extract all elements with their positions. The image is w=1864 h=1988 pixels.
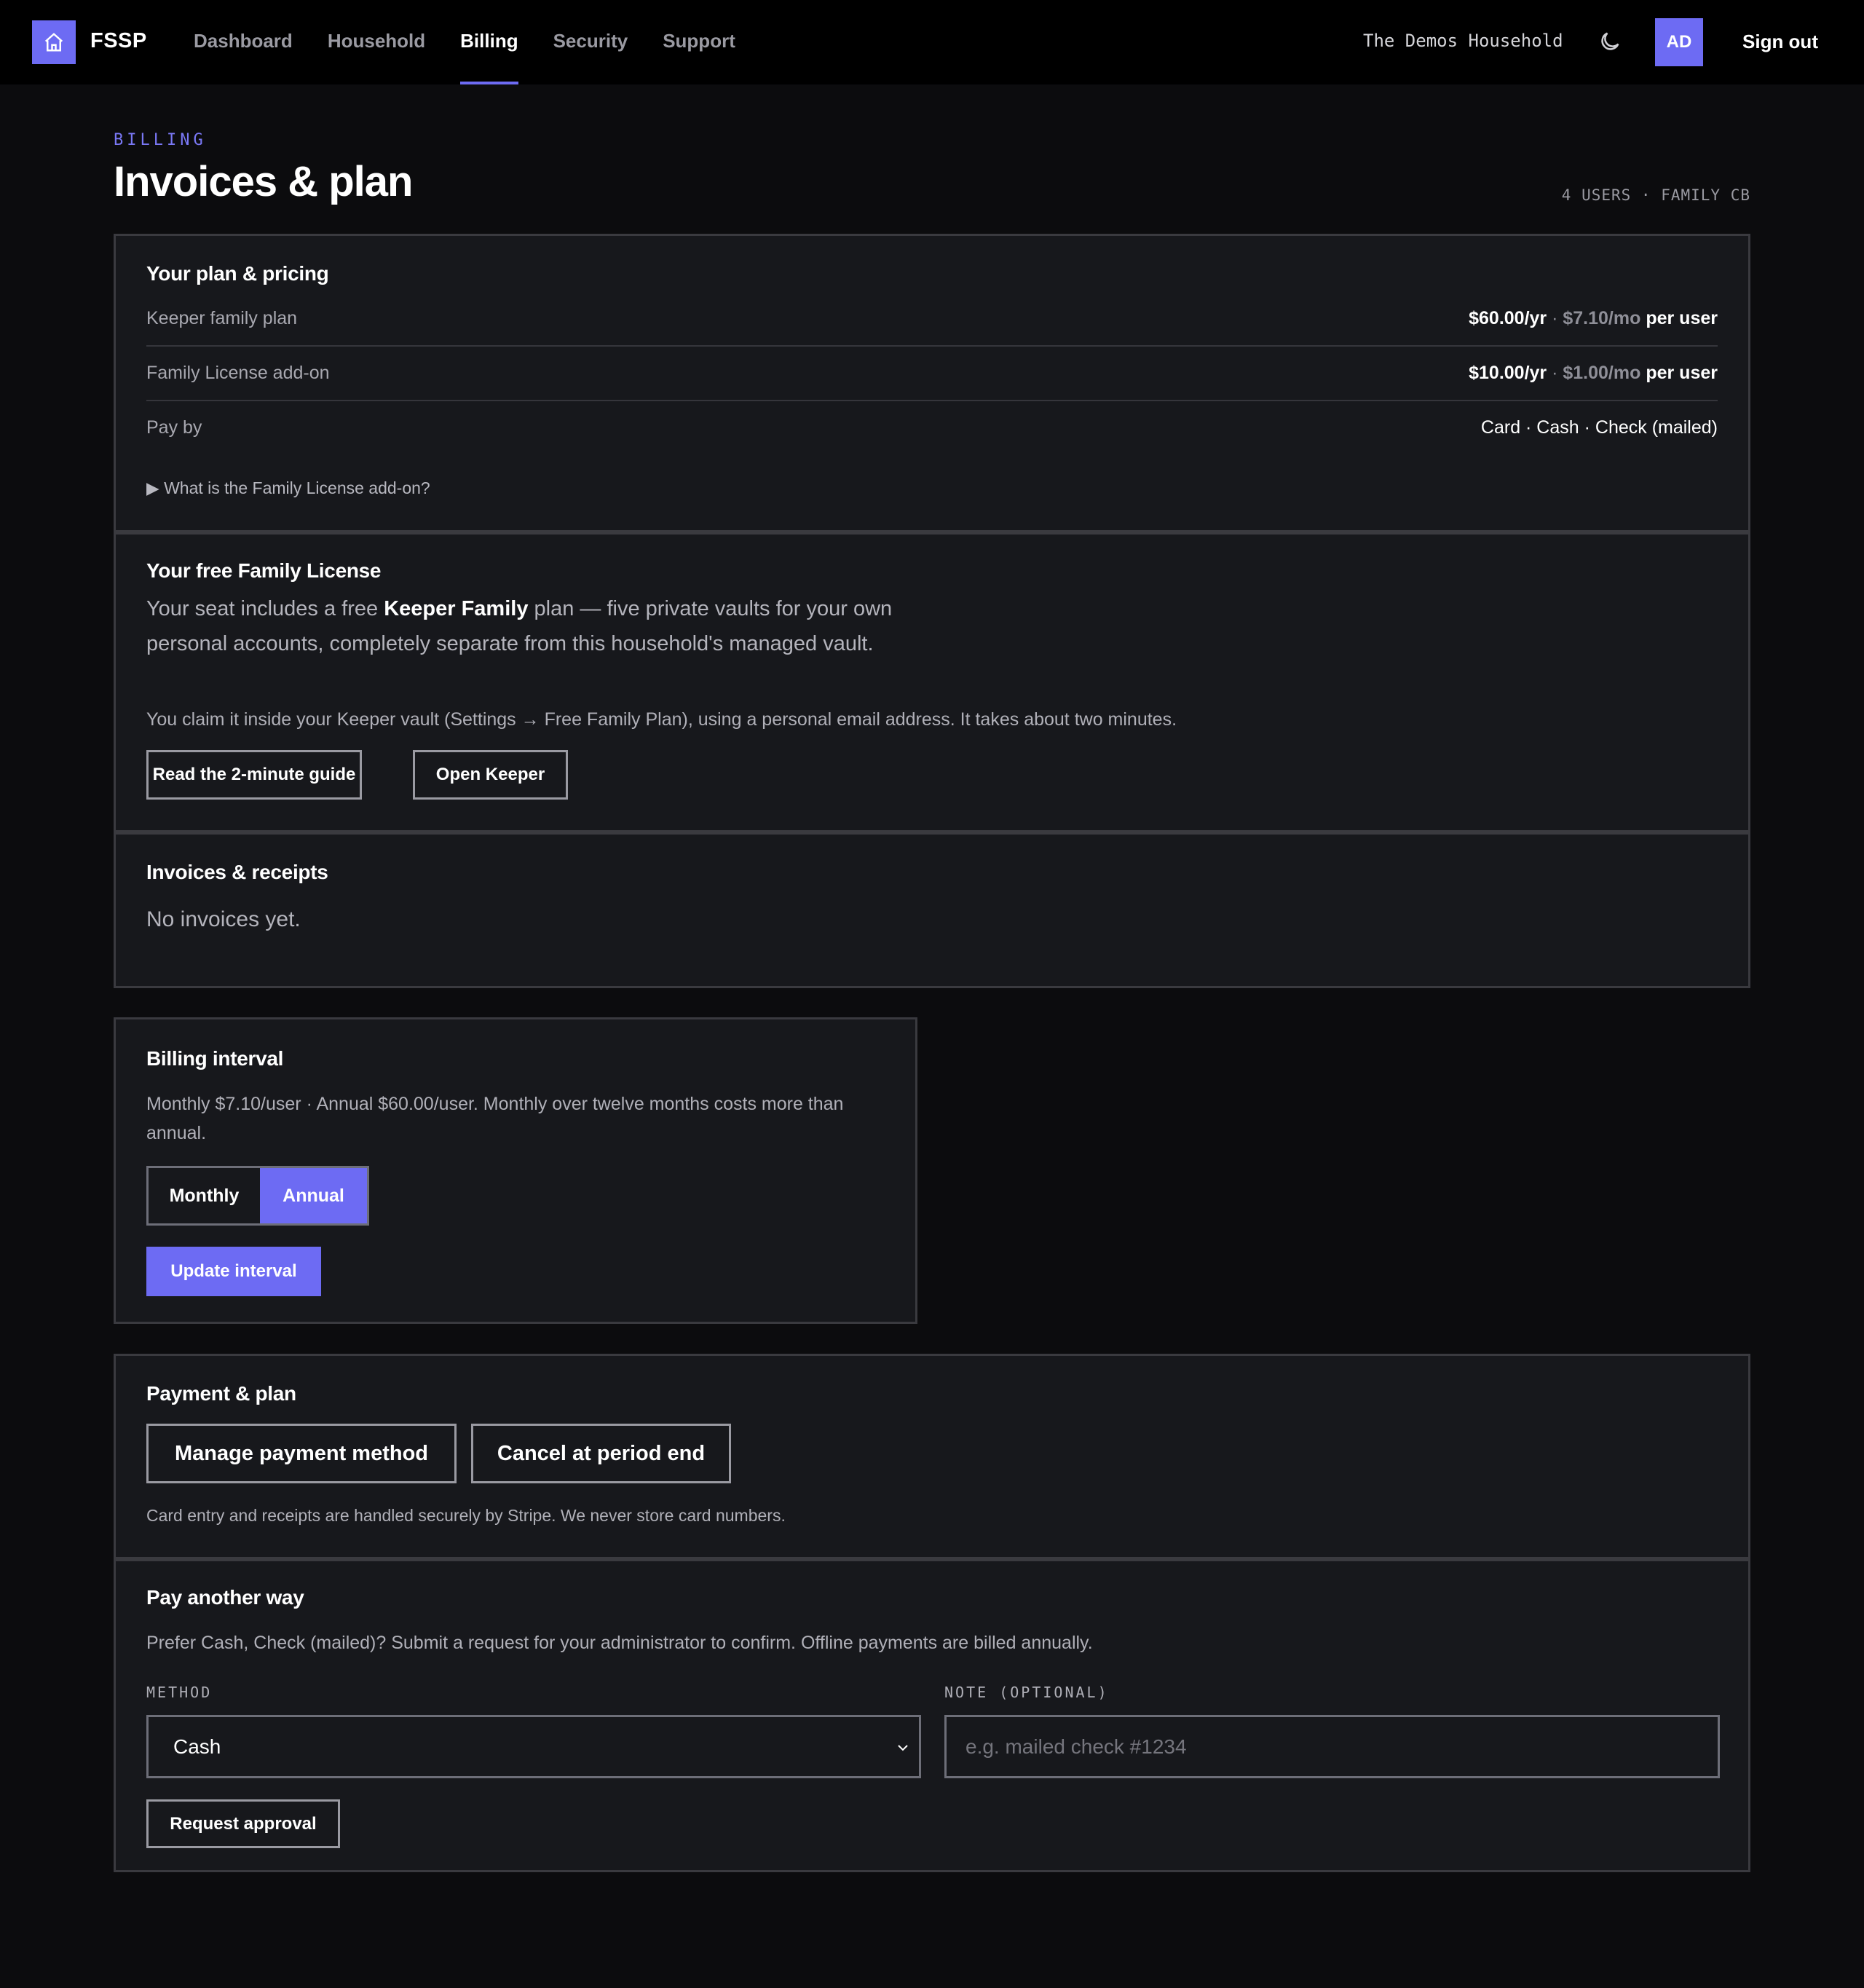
page-meta: 4 USERS · FAMILY CB (1561, 186, 1750, 204)
invoices-title: Invoices & receipts (146, 861, 328, 883)
plan-row-keeper: Keeper family plan $60.00/yr · $7.10/mo … (146, 291, 1718, 347)
manage-payment-method-button[interactable]: Manage payment method (146, 1424, 457, 1483)
household-name: The Demos Household (1363, 31, 1563, 51)
top-nav: FSSP Dashboard Household Billing Securit… (0, 0, 1864, 84)
nav-link-support[interactable]: Support (663, 0, 735, 84)
pay-by-value: Card · Cash · Check (mailed) (1480, 417, 1718, 438)
plan-row-payby: Pay by Card · Cash · Check (mailed) (146, 401, 1718, 454)
plan-row-addon: Family License add-on $10.00/yr · $1.00/… (146, 346, 1718, 401)
plan-row-label: Keeper family plan (146, 307, 298, 328)
method-label: METHOD (146, 1684, 213, 1701)
cancel-at-period-end-button[interactable]: Cancel at period end (471, 1424, 731, 1483)
billing-interval-description: Monthly $7.10/user · Annual $60.00/user.… (146, 1094, 844, 1143)
plan-row-price: $60.00/yr · $7.10/mo per user (1469, 307, 1718, 328)
plan-pricing-title: Your plan & pricing (146, 262, 329, 285)
nav-links: Dashboard Household Billing Security Sup… (194, 0, 770, 84)
nav-link-security[interactable]: Security (553, 0, 628, 84)
payment-panel: Payment & plan Manage payment method Can… (114, 1354, 1750, 1872)
chevron-down-icon (898, 1745, 908, 1751)
pay-by-label: Pay by (146, 417, 202, 438)
note-label: NOTE (OPTIONAL) (944, 1684, 1109, 1701)
plan-pricing-section: Your plan & pricing Keeper family plan $… (116, 236, 1748, 530)
free-license-lead: Your seat includes a free Keeper Family … (146, 597, 893, 655)
nav-link-household[interactable]: Household (328, 0, 425, 84)
plan-panel: Your plan & pricing Keeper family plan $… (114, 234, 1750, 988)
billing-interval-title: Billing interval (146, 1047, 284, 1070)
home-icon[interactable] (32, 20, 76, 64)
payment-plan-title: Payment & plan (146, 1382, 296, 1405)
plan-row-label: Family License add-on (146, 362, 330, 383)
pay-another-section: Pay another way Prefer Cash, Check (mail… (116, 1557, 1748, 1870)
invoices-section: Invoices & receipts No invoices yet. (116, 830, 1748, 986)
stripe-note: Card entry and receipts are handled secu… (146, 1506, 786, 1525)
read-guide-button[interactable]: Read the 2-minute guide (146, 750, 362, 800)
payment-plan-section: Payment & plan Manage payment method Can… (116, 1356, 1748, 1557)
theme-toggle-moon-icon[interactable] (1598, 29, 1622, 54)
interval-option-annual[interactable]: Annual (260, 1168, 367, 1223)
page-title: Invoices & plan (114, 158, 413, 205)
interval-option-monthly[interactable]: Monthly (149, 1168, 260, 1223)
nav-link-billing[interactable]: Billing (460, 0, 519, 84)
pay-another-title: Pay another way (146, 1586, 304, 1609)
free-license-body: You claim it inside your Keeper vault (S… (146, 709, 1177, 730)
request-approval-button[interactable]: Request approval (146, 1799, 340, 1848)
note-input[interactable] (965, 1735, 1712, 1759)
plan-row-price: $10.00/yr · $1.00/mo per user (1469, 362, 1718, 383)
open-keeper-button[interactable]: Open Keeper (413, 750, 568, 800)
family-license-details-toggle[interactable]: ▶ What is the Family License add-on? (146, 478, 430, 498)
brand-name[interactable]: FSSP (90, 29, 147, 53)
free-license-title: Your free Family License (146, 559, 382, 582)
billing-interval-panel: Billing interval Monthly $7.10/user · An… (114, 1017, 917, 1324)
invoices-empty-state: No invoices yet. (146, 907, 301, 931)
method-selected-value: Cash (173, 1735, 221, 1758)
free-license-section: Your free Family License Your seat inclu… (116, 530, 1748, 830)
interval-segmented-control: Monthly Annual (146, 1166, 369, 1226)
note-input-wrapper (944, 1715, 1720, 1778)
sign-out-button[interactable]: Sign out (1742, 31, 1818, 53)
method-select[interactable]: Cash (146, 1715, 921, 1778)
pay-another-description: Prefer Cash, Check (mailed)? Submit a re… (146, 1633, 1093, 1653)
nav-link-dashboard[interactable]: Dashboard (194, 0, 293, 84)
avatar[interactable]: AD (1655, 18, 1703, 66)
page-eyebrow: BILLING (114, 131, 207, 149)
update-interval-button[interactable]: Update interval (146, 1247, 321, 1296)
